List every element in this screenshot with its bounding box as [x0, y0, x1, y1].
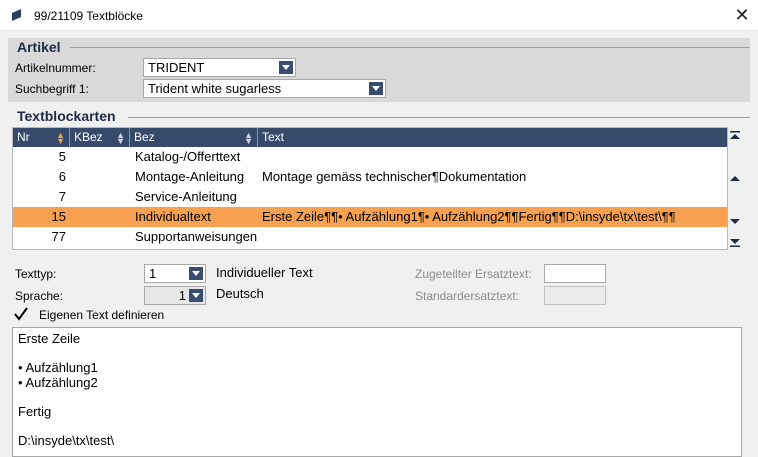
chevron-down-icon[interactable]: [189, 289, 203, 302]
artikelnummer-label: Artikelnummer:: [15, 61, 96, 75]
table-row[interactable]: 77 Supportanweisungen: [13, 227, 727, 247]
table-scrollbar[interactable]: [728, 127, 742, 250]
suchbegriff-value: Trident white sugarless: [148, 81, 282, 96]
textblockarten-divider: [128, 117, 750, 118]
zugeteilter-ersatztext-label: Zugeteilter Ersatztext:: [415, 267, 532, 281]
sprache-label: Sprache:: [15, 289, 64, 303]
sprache-combo[interactable]: 1: [144, 286, 206, 305]
table-row[interactable]: 7 Service-Anleitung: [13, 187, 727, 207]
texttyp-description: Individueller Text: [216, 265, 313, 280]
texttyp-label: Texttyp:: [15, 267, 57, 281]
sort-icon: ▲ ▼: [116, 130, 125, 146]
sprache-value: 1: [178, 288, 186, 303]
app-logo-icon: [12, 9, 21, 21]
text-editor[interactable]: Erste Zeile • Aufzählung1 • Aufzählung2 …: [12, 327, 742, 457]
scroll-top-icon[interactable]: [730, 131, 740, 141]
chevron-down-icon[interactable]: [369, 82, 383, 95]
window-title: 99/21109 Textblöcke: [34, 9, 143, 23]
table-row-selected[interactable]: 15 Individualtext Erste Zeile¶¶• Aufzähl…: [13, 207, 727, 227]
sort-icon: ▲ ▼: [244, 130, 253, 146]
chevron-down-icon[interactable]: [189, 267, 203, 280]
textblockarten-section-title: Textblockarten: [17, 108, 116, 124]
sprache-description: Deutsch: [216, 286, 264, 301]
artikel-divider: [70, 47, 750, 48]
table-row[interactable]: 6 Montage-Anleitung Montage gemäss techn…: [13, 167, 727, 187]
column-header-kbez[interactable]: KBez ▲ ▼: [70, 128, 130, 147]
table-row[interactable]: 5 Katalog-/Offerttext: [13, 147, 727, 167]
sort-icon: ▲ ▼: [56, 130, 65, 146]
column-header-bez[interactable]: Bez ▲ ▼: [130, 128, 258, 147]
artikel-section-title: Artikel: [17, 39, 61, 55]
suchbegriff-combo[interactable]: Trident white sugarless: [143, 79, 386, 98]
eigenen-text-label: Eigenen Text definieren: [39, 308, 165, 322]
scroll-bottom-icon[interactable]: [730, 237, 740, 247]
texttyp-value: 1: [149, 266, 157, 281]
texttyp-combo[interactable]: 1: [144, 264, 206, 283]
scroll-down-icon[interactable]: [730, 217, 740, 227]
artikelnummer-value: TRIDENT: [148, 60, 205, 75]
chevron-down-icon[interactable]: [279, 61, 293, 74]
artikelnummer-combo[interactable]: TRIDENT: [143, 58, 296, 77]
standardersatztext-input: [544, 286, 606, 305]
close-button[interactable]: ✕: [726, 0, 758, 31]
table-header: Nr ▲ ▼ KBez ▲ ▼ Bez ▲ ▼ Text: [13, 128, 727, 147]
column-header-text[interactable]: Text: [258, 128, 727, 147]
scroll-up-icon[interactable]: [730, 173, 740, 183]
title-bar: 99/21109 Textblöcke ✕: [0, 0, 758, 31]
textblock-table[interactable]: Nr ▲ ▼ KBez ▲ ▼ Bez ▲ ▼ Text 5 Katalog-/Off…: [12, 127, 728, 250]
zugeteilter-ersatztext-input[interactable]: [544, 264, 606, 283]
eigenen-text-checkbox[interactable]: [13, 306, 29, 322]
suchbegriff-label: Suchbegriff 1:: [15, 82, 89, 96]
standardersatztext-label: Standardersatztext:: [415, 289, 520, 303]
close-icon: ✕: [734, 5, 750, 25]
column-header-nr[interactable]: Nr ▲ ▼: [13, 128, 70, 147]
